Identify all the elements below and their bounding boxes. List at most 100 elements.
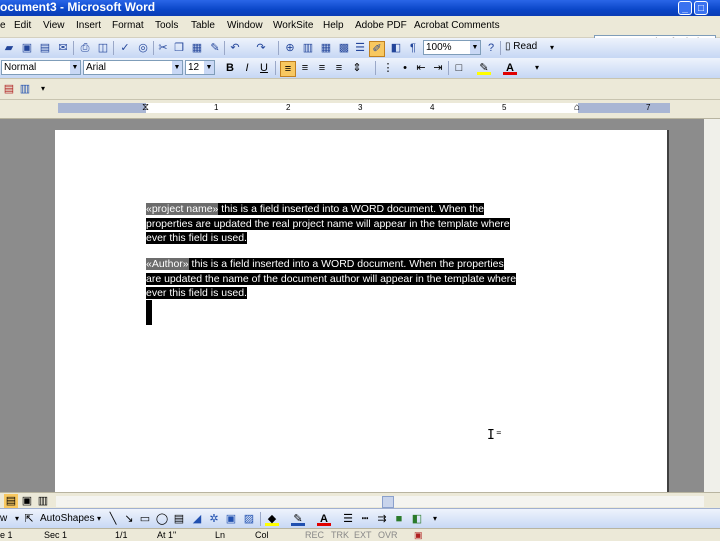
email-icon[interactable]: ✉	[56, 41, 70, 55]
print-preview-icon[interactable]: ◫	[96, 41, 110, 55]
justify-icon[interactable]: ≡	[332, 61, 346, 75]
line-color-icon[interactable]: ✎	[291, 512, 305, 526]
toolbar-options-icon[interactable]: ▾	[36, 82, 50, 96]
cut-icon[interactable]: ✂	[156, 41, 170, 55]
menu-tools[interactable]: Tools	[155, 20, 178, 31]
show-hide-icon[interactable]: ¶	[406, 41, 420, 55]
status-rec[interactable]: REC	[305, 530, 324, 540]
outline-view-icon[interactable]: ▥	[36, 494, 50, 508]
draw-menu[interactable]: w	[0, 513, 7, 524]
columns-icon[interactable]: ☰	[353, 41, 367, 55]
font-size-select[interactable]: 12 ▼	[185, 60, 215, 75]
underline-icon[interactable]: U	[257, 61, 271, 75]
menu-format[interactable]: Format	[112, 20, 144, 31]
font-color-icon[interactable]: A	[503, 61, 517, 75]
horizontal-ruler[interactable]: ⧖ 1 2 3 4 5 ⌂ 7	[0, 100, 720, 119]
bullets-icon[interactable]: •	[398, 61, 412, 75]
open-icon[interactable]: ▰	[2, 41, 16, 55]
right-indent-marker-icon[interactable]: ⌂	[574, 103, 580, 113]
left-indent-marker-icon[interactable]: ⧖	[142, 103, 149, 113]
horizontal-scroll-thumb[interactable]	[382, 496, 394, 508]
diagram-icon[interactable]: ✲	[207, 512, 221, 526]
author-field[interactable]: «Author»	[146, 258, 189, 270]
rectangle-icon[interactable]: ▭	[138, 512, 152, 526]
status-ext[interactable]: EXT	[354, 530, 372, 540]
wordart-icon[interactable]: ◢	[190, 512, 204, 526]
menu-edit[interactable]: Edit	[14, 20, 31, 31]
text-box-icon[interactable]: ▤	[172, 512, 186, 526]
shadow-style-icon[interactable]: ■	[392, 512, 406, 526]
3d-style-icon[interactable]: ◧	[410, 512, 424, 526]
select-objects-icon[interactable]: ⇱	[22, 512, 36, 526]
normal-view-icon[interactable]: ▤	[4, 494, 18, 508]
web-view-icon[interactable]: ▣	[20, 494, 34, 508]
paste-icon[interactable]: ▦	[190, 41, 204, 55]
picture-icon[interactable]: ▨	[242, 512, 256, 526]
spelling-status-icon[interactable]: ▣	[414, 530, 423, 540]
status-trk[interactable]: TRK	[331, 530, 349, 540]
borders-icon[interactable]: □	[452, 61, 466, 75]
horizontal-scrollbar[interactable]	[56, 496, 704, 507]
align-left-icon[interactable]: ≡	[280, 61, 296, 77]
hyperlink-icon[interactable]: ⊕	[283, 41, 297, 55]
undo-icon[interactable]: ↶	[228, 41, 242, 55]
fill-color-icon[interactable]: ◆	[265, 512, 279, 526]
toolbar-options-icon[interactable]: ▾	[530, 61, 544, 75]
menu-view[interactable]: View	[43, 20, 65, 31]
italic-icon[interactable]: I	[240, 61, 254, 75]
insert-table-icon[interactable]: ▦	[319, 41, 333, 55]
menu-worksite[interactable]: WorkSite	[273, 20, 313, 31]
document-map-icon[interactable]: ◧	[389, 41, 403, 55]
insert-excel-icon[interactable]: ▩	[337, 41, 351, 55]
line-style-icon[interactable]: ☰	[341, 512, 355, 526]
arrow-icon[interactable]: ↘	[122, 512, 136, 526]
bold-icon[interactable]: B	[223, 61, 237, 75]
paragraph-author[interactable]: «Author» this is a field inserted into a…	[146, 257, 576, 301]
font-color-icon[interactable]: A	[317, 512, 331, 526]
decrease-indent-icon[interactable]: ⇤	[414, 61, 428, 75]
font-select[interactable]: Arial ▼	[83, 60, 183, 75]
minimize-button[interactable]: _	[678, 1, 692, 15]
menu-file[interactable]: e	[0, 20, 6, 31]
maximize-button[interactable]: □	[694, 1, 708, 15]
toolbar-options-icon[interactable]: ▾	[545, 41, 559, 55]
vertical-scrollbar[interactable]	[704, 119, 720, 492]
zoom-select[interactable]: 100% ▼	[423, 40, 481, 55]
paragraph-project-name[interactable]: «project name» this is a field inserted …	[146, 202, 576, 246]
line-spacing-icon[interactable]: ⇕	[350, 61, 364, 75]
help-icon[interactable]: ?	[484, 41, 498, 55]
spelling-icon[interactable]: ✓	[118, 41, 132, 55]
line-icon[interactable]: ╲	[106, 512, 120, 526]
research-icon[interactable]: ◎	[136, 41, 150, 55]
copy-icon[interactable]: ❐	[172, 41, 186, 55]
dash-style-icon[interactable]: ┅	[358, 512, 372, 526]
drawing-icon[interactable]: ✐	[369, 41, 385, 57]
menu-insert[interactable]: Insert	[76, 20, 101, 31]
menu-window[interactable]: Window	[227, 20, 263, 31]
clip-art-icon[interactable]: ▣	[224, 512, 238, 526]
oval-icon[interactable]: ◯	[155, 512, 169, 526]
align-right-icon[interactable]: ≡	[315, 61, 329, 75]
tables-borders-icon[interactable]: ▥	[301, 41, 315, 55]
numbering-icon[interactable]: ⋮	[381, 61, 395, 75]
highlight-icon[interactable]: ✎	[477, 61, 491, 75]
redo-icon[interactable]: ↷	[254, 41, 268, 55]
worksite-icon[interactable]: ▤	[2, 82, 16, 96]
menu-table[interactable]: Table	[191, 20, 215, 31]
menu-help[interactable]: Help	[323, 20, 344, 31]
project-name-field[interactable]: «project name»	[146, 203, 219, 215]
worksite-profile-icon[interactable]: ▥	[18, 82, 32, 96]
menu-adobe-pdf[interactable]: Adobe PDF	[355, 20, 407, 31]
autoshapes-menu[interactable]: AutoShapes	[40, 513, 95, 524]
menu-acrobat-comments[interactable]: Acrobat Comments	[414, 20, 500, 31]
read-button[interactable]: ▯ Read	[505, 41, 537, 52]
style-select[interactable]: Normal ▼	[1, 60, 81, 75]
permission-icon[interactable]: ▤	[38, 41, 52, 55]
print-icon[interactable]: ⎙	[78, 41, 92, 55]
align-center-icon[interactable]: ≡	[298, 61, 312, 75]
save-icon[interactable]: ▣	[20, 41, 34, 55]
status-ovr[interactable]: OVR	[378, 530, 398, 540]
format-painter-icon[interactable]: ✎	[208, 41, 222, 55]
increase-indent-icon[interactable]: ⇥	[431, 61, 445, 75]
toolbar-options-icon[interactable]: ▾	[428, 512, 442, 526]
